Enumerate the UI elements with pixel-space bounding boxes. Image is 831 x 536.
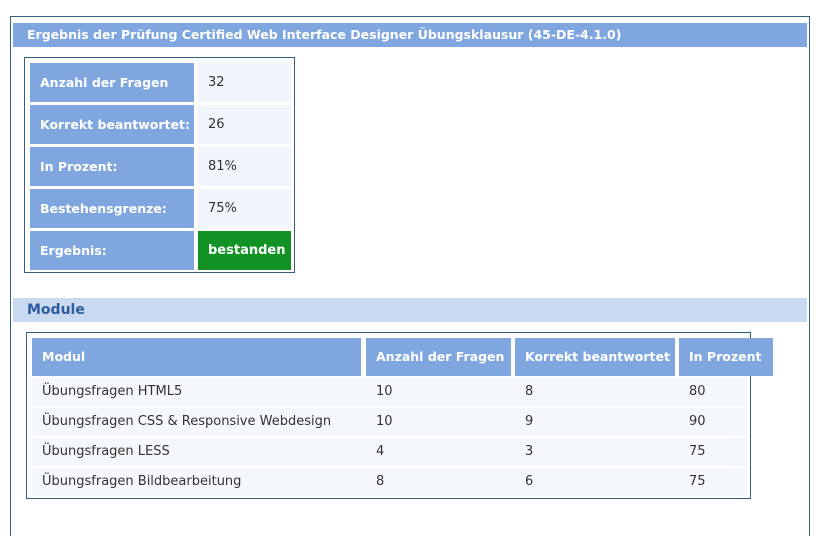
table-row: Übungsfragen HTML5 10 8 80 [32,378,747,406]
page-title: Ergebnis der Prüfung Certified Web Inter… [13,23,807,47]
result-label: Bestehensgrenze: [30,189,194,228]
table-row: Übungsfragen LESS 4 3 75 [32,438,747,466]
result-value: 26 [198,105,291,144]
column-header-percent: In Prozent [679,338,773,376]
result-row-question-count: Anzahl der Fragen 32 [30,63,291,102]
percent-value: 75 [689,444,706,459]
question-count: 8 [376,474,385,489]
percent-value: 75 [689,474,706,489]
table-row: Übungsfragen CSS & Responsive Webdesign … [32,408,747,436]
result-summary-table: Anzahl der Fragen 32 Korrekt beantwortet… [24,57,295,273]
result-value: 75% [198,189,291,228]
result-label: Korrekt beantwortet: [30,105,194,144]
status-badge: bestanden [198,231,291,270]
question-count: 10 [376,384,393,399]
module-name: Übungsfragen LESS [42,444,170,459]
result-row-correct: Korrekt beantwortet: 26 [30,105,291,144]
module-name: Übungsfragen Bildbearbeitung [42,474,242,489]
question-count: 4 [376,444,385,459]
correct-count: 9 [525,414,534,429]
percent-value: 80 [689,384,706,399]
column-header-module: Modul [32,338,361,376]
result-row-percent: In Prozent: 81% [30,147,291,186]
result-value: 32 [198,63,291,102]
result-label: Anzahl der Fragen [30,63,194,102]
modules-table: Modul Anzahl der Fragen Korrekt beantwor… [26,332,773,499]
result-label: Ergebnis: [30,231,194,270]
column-header-correct: Korrekt beantwortet [515,338,675,376]
result-label: In Prozent: [30,147,194,186]
correct-count: 6 [525,474,534,489]
result-value: 81% [198,147,291,186]
correct-count: 8 [525,384,534,399]
modules-section-title: Module [13,298,807,322]
result-row-outcome: Ergebnis: bestanden [30,231,291,270]
correct-count: 3 [525,444,534,459]
percent-value: 90 [689,414,706,429]
module-name: Übungsfragen HTML5 [42,384,183,399]
result-row-pass-threshold: Bestehensgrenze: 75% [30,189,291,228]
question-count: 10 [376,414,393,429]
table-row: Übungsfragen Bildbearbeitung 8 6 75 [32,468,747,496]
column-header-question-count: Anzahl der Fragen [366,338,511,376]
module-name: Übungsfragen CSS & Responsive Webdesign [42,414,332,429]
